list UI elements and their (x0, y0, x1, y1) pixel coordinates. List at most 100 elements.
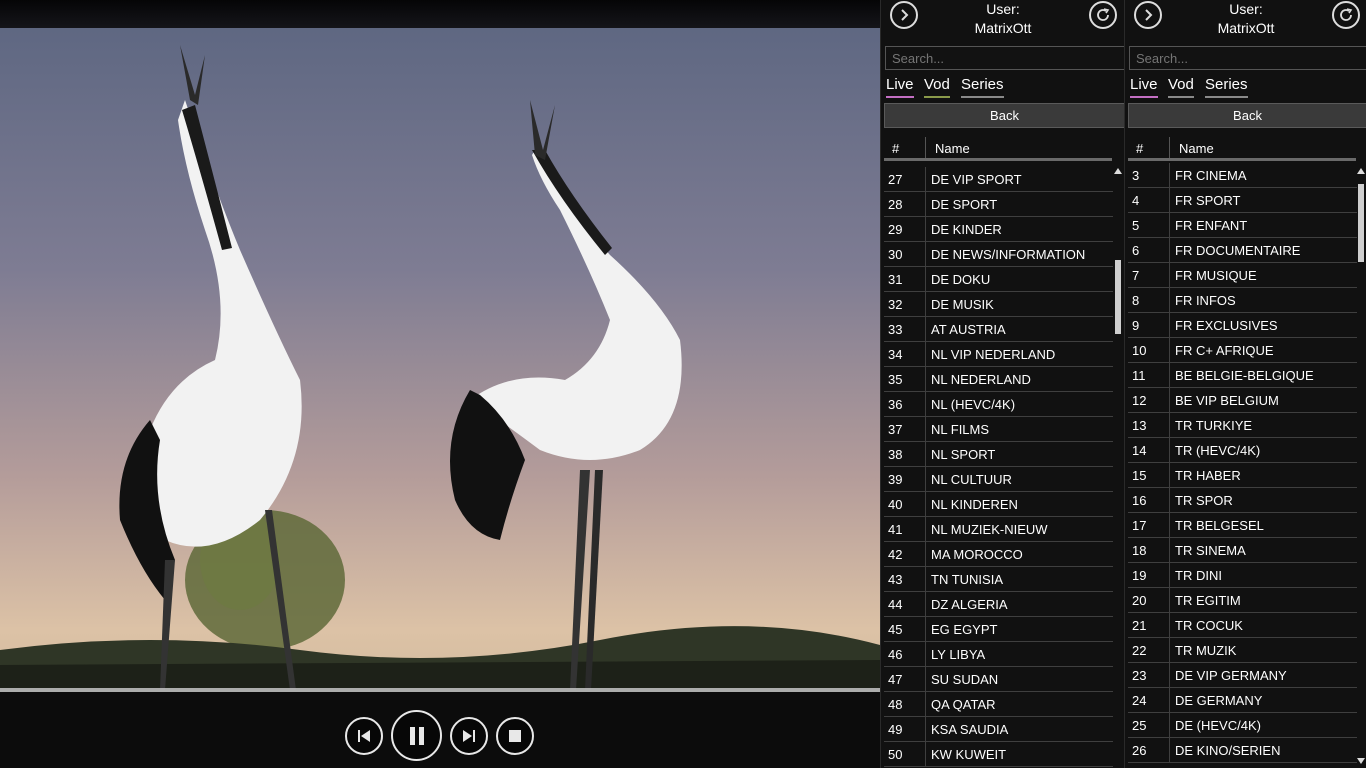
table-row[interactable]: 34 NL VIP NEDERLAND (884, 342, 1113, 367)
row-category-name: TR HABER (1175, 468, 1241, 483)
table-row[interactable]: 18 TR SINEMA (1128, 538, 1357, 563)
row-separator (1169, 213, 1170, 238)
table-row[interactable]: 17 TR BELGESEL (1128, 513, 1357, 538)
scroll-down-arrow[interactable] (1357, 758, 1365, 764)
table-row[interactable]: 43 TN TUNISIA (884, 567, 1113, 592)
row-category-name: NL VIP NEDERLAND (931, 347, 1056, 362)
table-row[interactable]: 42 MA MOROCCO (884, 542, 1113, 567)
table-row[interactable]: 3 FR CINEMA (1128, 163, 1357, 188)
scroll-up-arrow[interactable] (1357, 168, 1365, 174)
table-row[interactable]: 29 DE KINDER (884, 217, 1113, 242)
table-row[interactable]: 33 AT AUSTRIA (884, 317, 1113, 342)
forward-button[interactable] (890, 1, 918, 29)
row-separator (1169, 438, 1170, 463)
scrollbar-thumb[interactable] (1115, 260, 1121, 334)
row-category-name: SU SUDAN (931, 672, 999, 687)
table-row[interactable]: 14 TR (HEVC/4K) (1128, 438, 1357, 463)
table-row[interactable]: 4 FR SPORT (1128, 188, 1357, 213)
table-row[interactable]: 41 NL MUZIEK-NIEUW (884, 517, 1113, 542)
table-row[interactable]: 50 KW KUWEIT (884, 742, 1113, 767)
table-row[interactable]: 39 NL CULTUUR (884, 467, 1113, 492)
row-separator (1169, 238, 1170, 263)
table-row[interactable]: 49 KSA SAUDIA (884, 717, 1113, 742)
table-row[interactable]: 23 DE VIP GERMANY (1128, 663, 1357, 688)
table-row[interactable]: 31 DE DOKU (884, 267, 1113, 292)
table-row[interactable]: 35 NL NEDERLAND (884, 367, 1113, 392)
table-row[interactable]: 25 DE (HEVC/4K) (1128, 713, 1357, 738)
tab-series[interactable]: Series (961, 76, 1004, 98)
tab-live[interactable]: Live (1130, 76, 1158, 98)
pause-button[interactable] (391, 710, 442, 761)
table-row[interactable]: 15 TR HABER (1128, 463, 1357, 488)
scroll-up-arrow[interactable] (1114, 168, 1122, 174)
table-row[interactable]: 30 DE NEWS/INFORMATION (884, 242, 1113, 267)
column-header-name[interactable]: Name (1179, 141, 1214, 156)
table-row[interactable]: 44 DZ ALGERIA (884, 592, 1113, 617)
table-row[interactable]: 13 TR TURKIYE (1128, 413, 1357, 438)
content-tabs: Live Vod Series (1130, 76, 1364, 98)
row-number: 5 (1132, 218, 1140, 233)
table-row[interactable]: 22 TR MUZIK (1128, 638, 1357, 663)
column-header-number[interactable]: # (892, 141, 899, 156)
table-row[interactable]: 40 NL KINDEREN (884, 492, 1113, 517)
row-number: 6 (1132, 243, 1140, 258)
search-input[interactable] (885, 46, 1125, 70)
tab-series[interactable]: Series (1205, 76, 1248, 98)
table-row[interactable]: 6 FR DOCUMENTAIRE (1128, 238, 1357, 263)
table-row[interactable]: 9 FR EXCLUSIVES (1128, 313, 1357, 338)
row-category-name: NL FILMS (931, 422, 990, 437)
pause-icon (409, 726, 424, 745)
table-row[interactable]: 16 TR SPOR (1128, 488, 1357, 513)
forward-button[interactable] (1134, 1, 1162, 29)
row-separator (1169, 488, 1170, 513)
stop-button[interactable] (496, 717, 534, 755)
back-button[interactable]: Back (884, 103, 1125, 128)
table-row[interactable]: 11 BE BELGIE-BELGIQUE (1128, 363, 1357, 388)
tab-live[interactable]: Live (886, 76, 914, 98)
search-input[interactable] (1129, 46, 1366, 70)
table-row[interactable]: 38 NL SPORT (884, 442, 1113, 467)
table-row[interactable]: 19 TR DINI (1128, 563, 1357, 588)
table-row[interactable]: 36 NL (HEVC/4K) (884, 392, 1113, 417)
tab-live-label: Live (886, 76, 914, 93)
table-row[interactable]: 10 FR C+ AFRIQUE (1128, 338, 1357, 363)
row-number: 47 (888, 672, 903, 687)
table-row[interactable]: 48 QA QATAR (884, 692, 1113, 717)
tab-vod[interactable]: Vod (1168, 76, 1194, 98)
table-row[interactable]: 8 FR INFOS (1128, 288, 1357, 313)
next-button[interactable] (450, 717, 488, 755)
table-row[interactable]: 12 BE VIP BELGIUM (1128, 388, 1357, 413)
table-row[interactable]: 27 DE VIP SPORT (884, 167, 1113, 192)
tab-vod[interactable]: Vod (924, 76, 950, 98)
table-row[interactable]: 28 DE SPORT (884, 192, 1113, 217)
refresh-button[interactable] (1089, 1, 1117, 29)
scrollbar[interactable] (1114, 166, 1122, 768)
row-category-name: FR ENFANT (1175, 218, 1248, 233)
table-row[interactable]: 37 NL FILMS (884, 417, 1113, 442)
previous-button[interactable] (345, 717, 383, 755)
row-category-name: BE VIP BELGIUM (1175, 393, 1279, 408)
table-row[interactable]: 32 DE MUSIK (884, 292, 1113, 317)
scrollbar-thumb[interactable] (1358, 184, 1364, 262)
table-row[interactable]: 47 SU SUDAN (884, 667, 1113, 692)
table-row[interactable]: 46 LY LIBYA (884, 642, 1113, 667)
back-button[interactable]: Back (1128, 103, 1366, 128)
scrollbar[interactable] (1357, 166, 1365, 768)
row-separator (1169, 563, 1170, 588)
column-header-number[interactable]: # (1136, 141, 1143, 156)
table-row[interactable]: 24 DE GERMANY (1128, 688, 1357, 713)
table-row[interactable]: 7 FR MUSIQUE (1128, 263, 1357, 288)
video-player[interactable] (0, 0, 880, 768)
refresh-button[interactable] (1332, 1, 1360, 29)
table-row[interactable]: 5 FR ENFANT (1128, 213, 1357, 238)
row-separator (1169, 688, 1170, 713)
table-row[interactable]: 21 TR COCUK (1128, 613, 1357, 638)
table-row[interactable]: 20 TR EGITIM (1128, 588, 1357, 613)
row-separator (1169, 738, 1170, 763)
row-number: 42 (888, 547, 903, 562)
row-separator (1169, 663, 1170, 688)
column-header-name[interactable]: Name (935, 141, 970, 156)
row-separator (925, 242, 926, 267)
table-row[interactable]: 26 DE KINO/SERIEN (1128, 738, 1357, 763)
table-row[interactable]: 45 EG EGYPT (884, 617, 1113, 642)
